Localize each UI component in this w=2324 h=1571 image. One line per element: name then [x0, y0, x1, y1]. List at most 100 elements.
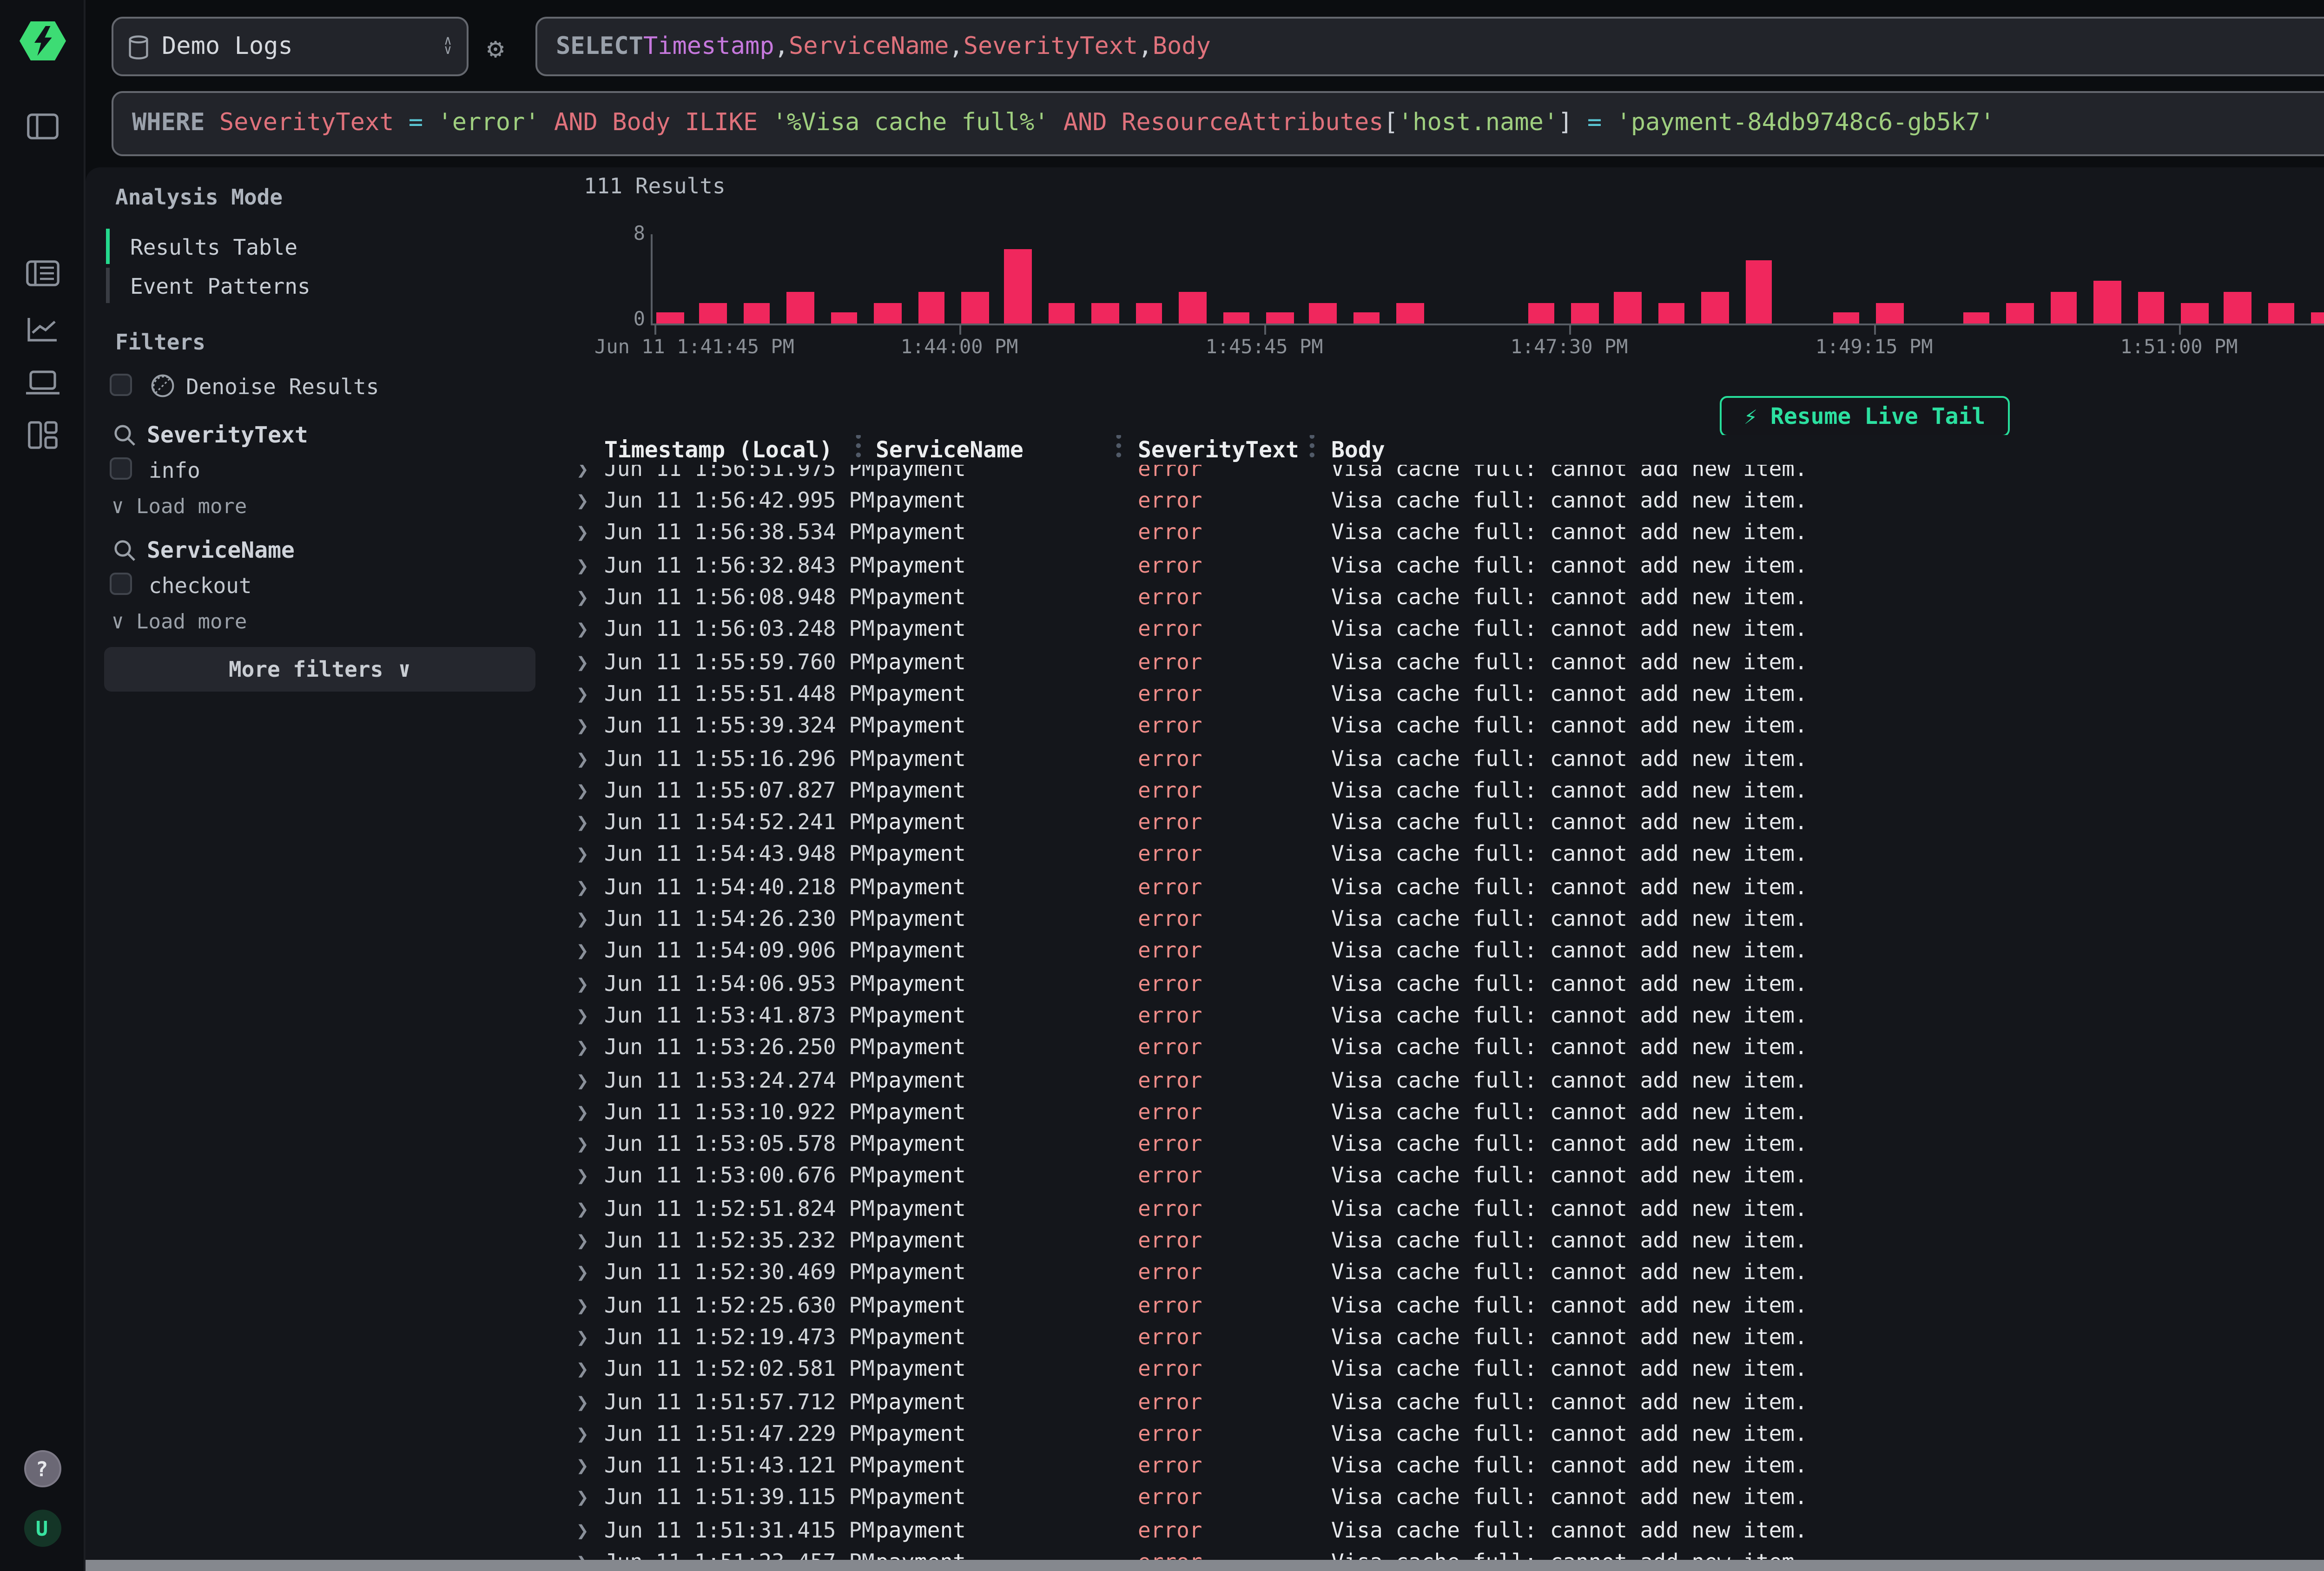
histogram-bar[interactable] [874, 302, 901, 323]
sidebar-item-event-patterns[interactable]: Event Patterns [106, 268, 515, 303]
histogram-bar[interactable] [961, 291, 988, 323]
sessions-icon[interactable] [24, 370, 59, 396]
histogram-bar[interactable] [700, 302, 727, 323]
table-row[interactable]: ❯Jun 11 1:53:10.922 PMpaymenterrorVisa c… [552, 1096, 2324, 1129]
histogram-bar[interactable] [1571, 302, 1598, 323]
histogram-bar[interactable] [1615, 291, 1642, 323]
histogram-bar[interactable] [1179, 291, 1206, 323]
histogram-bar[interactable] [2137, 291, 2164, 323]
help-button[interactable]: ? [23, 1450, 60, 1487]
table-row[interactable]: ❯Jun 11 1:55:16.296 PMpaymenterrorVisa c… [552, 743, 2324, 775]
histogram-bar[interactable] [1136, 302, 1162, 323]
filter-checkbox-checkout[interactable] [110, 573, 132, 595]
histogram-bar[interactable] [1876, 302, 1903, 323]
histogram-bar[interactable] [1658, 302, 1685, 323]
table-row[interactable]: ❯Jun 11 1:52:35.232 PMpaymenterrorVisa c… [552, 1225, 2324, 1257]
filter-group-severitytext[interactable]: SeverityText [147, 422, 308, 448]
table-row[interactable]: ❯Jun 11 1:56:08.948 PMpaymenterrorVisa c… [552, 582, 2324, 614]
column-header-body[interactable]: Body [1331, 437, 1385, 463]
table-row[interactable]: ❯Jun 11 1:54:43.948 PMpaymenterrorVisa c… [552, 839, 2324, 871]
dashboards-icon[interactable] [27, 421, 57, 449]
histogram-bar[interactable] [2094, 281, 2121, 323]
toggle-sidebar-icon[interactable] [26, 113, 58, 139]
resume-live-tail-button[interactable]: ⚡ Resume Live Tail [1720, 396, 2009, 437]
histogram-bar[interactable] [2007, 302, 2034, 323]
histogram-bar[interactable] [1745, 259, 1772, 323]
histogram-bar[interactable] [787, 291, 814, 323]
column-resize-handle[interactable]: ••• [853, 435, 864, 463]
filter-checkbox-info[interactable] [110, 457, 132, 480]
column-resize-handle[interactable]: ••• [1114, 435, 1124, 463]
filter-value-info[interactable]: info [149, 457, 200, 483]
histogram-bar[interactable] [2268, 302, 2295, 323]
table-row[interactable]: ❯Jun 11 1:53:05.578 PMpaymenterrorVisa c… [552, 1129, 2324, 1161]
histogram-bar[interactable] [1005, 249, 1032, 323]
table-row[interactable]: ❯Jun 11 1:53:24.274 PMpaymenterrorVisa c… [552, 1064, 2324, 1096]
table-row[interactable]: ❯Jun 11 1:52:19.473 PMpaymenterrorVisa c… [552, 1322, 2324, 1354]
column-header-timestamp[interactable]: Timestamp (Local) [604, 437, 832, 463]
histogram-bar[interactable] [1310, 302, 1337, 323]
sidebar-item-results-table[interactable]: Results Table [106, 229, 515, 264]
histogram-bar[interactable] [656, 313, 683, 323]
histogram-bar[interactable] [743, 302, 770, 323]
histogram-bar[interactable] [1222, 313, 1249, 323]
histogram-bar[interactable] [1353, 313, 1380, 323]
table-row[interactable]: ❯Jun 11 1:55:07.827 PMpaymenterrorVisa c… [552, 775, 2324, 807]
hyperdx-logo-icon[interactable] [19, 21, 65, 60]
horizontal-scrollbar-thumb[interactable] [86, 1560, 2324, 1571]
more-filters-button[interactable]: More filters ∨ [104, 647, 535, 692]
table-row[interactable]: ❯Jun 11 1:56:38.534 PMpaymenterrorVisa c… [552, 518, 2324, 550]
filter-value-checkout[interactable]: checkout [149, 573, 252, 599]
histogram-bar[interactable] [2225, 291, 2251, 323]
table-row[interactable]: ❯Jun 11 1:56:42.995 PMpaymenterrorVisa c… [552, 485, 2324, 517]
user-avatar[interactable]: U [23, 1510, 60, 1547]
histogram-bar[interactable] [918, 291, 944, 323]
table-row[interactable]: ❯Jun 11 1:54:26.230 PMpaymenterrorVisa c… [552, 904, 2324, 936]
histogram-bar[interactable] [1832, 313, 1859, 323]
table-row[interactable]: ❯Jun 11 1:53:41.873 PMpaymenterrorVisa c… [552, 1000, 2324, 1032]
table-row[interactable]: ❯Jun 11 1:51:23.457 PMpaymenterrorVisa c… [552, 1547, 2324, 1560]
load-more-servicename[interactable]: ∨ Load more [112, 610, 247, 634]
histogram-bar[interactable] [1963, 313, 1990, 323]
histogram-bar[interactable] [1397, 302, 1424, 323]
table-row[interactable]: ❯Jun 11 1:54:06.953 PMpaymenterrorVisa c… [552, 968, 2324, 1000]
histogram-bar[interactable] [1266, 313, 1293, 323]
gear-icon[interactable]: ⚙ [487, 32, 504, 65]
select-query-input[interactable]: SELECT Timestamp, ServiceName, SeverityT… [535, 17, 2324, 76]
table-row[interactable]: ❯Jun 11 1:54:09.906 PMpaymenterrorVisa c… [552, 936, 2324, 968]
table-row[interactable]: ❯Jun 11 1:51:31.415 PMpaymenterrorVisa c… [552, 1515, 2324, 1547]
table-row[interactable]: ❯Jun 11 1:53:00.676 PMpaymenterrorVisa c… [552, 1161, 2324, 1193]
table-row[interactable]: ❯Jun 11 1:56:03.248 PMpaymenterrorVisa c… [552, 614, 2324, 646]
filter-group-servicename[interactable]: ServiceName [147, 537, 295, 563]
histogram-bar[interactable] [1092, 302, 1119, 323]
table-row[interactable]: ❯Jun 11 1:56:32.843 PMpaymenterrorVisa c… [552, 550, 2324, 582]
chart-explorer-icon[interactable] [26, 316, 58, 342]
table-row[interactable]: ❯Jun 11 1:55:39.324 PMpaymenterrorVisa c… [552, 711, 2324, 743]
column-header-servicename[interactable]: ServiceName [876, 437, 1023, 463]
table-row[interactable]: ❯Jun 11 1:55:51.448 PMpaymenterrorVisa c… [552, 679, 2324, 711]
denoise-checkbox[interactable] [110, 374, 132, 396]
column-resize-handle[interactable]: ••• [1307, 435, 1317, 463]
load-more-severitytext[interactable]: ∨ Load more [112, 495, 247, 519]
source-selector[interactable]: Demo Logs ∧∨ [112, 17, 469, 76]
histogram-bar[interactable] [1702, 291, 1729, 323]
histogram-bar[interactable] [2311, 313, 2324, 323]
search-logs-icon[interactable] [25, 260, 59, 286]
column-header-severitytext[interactable]: SeverityText [1138, 437, 1299, 463]
table-row[interactable]: ❯Jun 11 1:51:47.229 PMpaymenterrorVisa c… [552, 1418, 2324, 1450]
histogram-bar[interactable] [1048, 302, 1075, 323]
histogram-bar[interactable] [1527, 302, 1554, 323]
table-row[interactable]: ❯Jun 11 1:54:52.241 PMpaymenterrorVisa c… [552, 807, 2324, 839]
histogram-bar[interactable] [831, 313, 858, 323]
histogram-bar[interactable] [2181, 302, 2208, 323]
table-row[interactable]: ❯Jun 11 1:51:43.121 PMpaymenterrorVisa c… [552, 1450, 2324, 1482]
table-row[interactable]: ❯Jun 11 1:54:40.218 PMpaymenterrorVisa c… [552, 871, 2324, 904]
table-row[interactable]: ❯Jun 11 1:52:30.469 PMpaymenterrorVisa c… [552, 1257, 2324, 1289]
table-row[interactable]: ❯Jun 11 1:52:25.630 PMpaymenterrorVisa c… [552, 1289, 2324, 1321]
table-row[interactable]: ❯Jun 11 1:52:02.581 PMpaymenterrorVisa c… [552, 1354, 2324, 1386]
where-query-input[interactable]: WHERE SeverityText = 'error' AND Body IL… [112, 91, 2324, 156]
table-row[interactable]: ❯Jun 11 1:53:26.250 PMpaymenterrorVisa c… [552, 1032, 2324, 1064]
table-row[interactable]: ❯Jun 11 1:51:39.115 PMpaymenterrorVisa c… [552, 1483, 2324, 1515]
histogram-bar[interactable] [2050, 291, 2077, 323]
table-row[interactable]: ❯Jun 11 1:51:57.712 PMpaymenterrorVisa c… [552, 1386, 2324, 1418]
